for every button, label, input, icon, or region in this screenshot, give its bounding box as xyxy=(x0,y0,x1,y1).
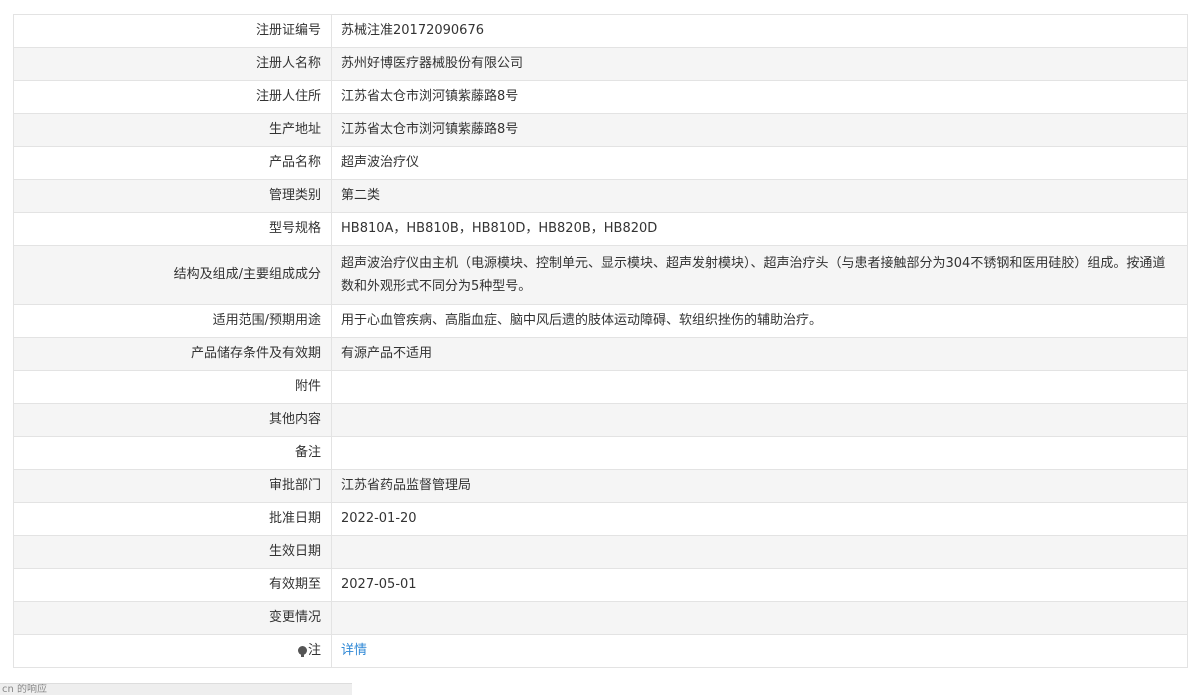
table-row: 产品名称 超声波治疗仪 xyxy=(13,146,1188,180)
row-value xyxy=(331,601,1188,635)
row-label: 注册证编号 xyxy=(13,14,332,48)
row-label: 注册人住所 xyxy=(13,80,332,114)
table-row: 产品储存条件及有效期 有源产品不适用 xyxy=(13,337,1188,371)
row-value xyxy=(331,535,1188,569)
row-value: 江苏省太仓市浏河镇紫藤路8号 xyxy=(331,80,1188,114)
row-label: 备注 xyxy=(13,436,332,470)
note-row: 注 详情 xyxy=(13,634,1188,668)
row-value: 苏州好博医疗器械股份有限公司 xyxy=(331,47,1188,81)
row-label: 其他内容 xyxy=(13,403,332,437)
tip-bulb-icon xyxy=(297,646,307,657)
row-label: 产品名称 xyxy=(13,146,332,180)
table-row: 注册人名称 苏州好博医疗器械股份有限公司 xyxy=(13,47,1188,81)
table-row: 型号规格 HB810A，HB810B，HB810D，HB820B，HB820D xyxy=(13,212,1188,246)
note-label-cell: 注 xyxy=(13,634,332,668)
row-label: 生效日期 xyxy=(13,535,332,569)
table-row: 管理类别 第二类 xyxy=(13,179,1188,213)
row-label: 批准日期 xyxy=(13,502,332,536)
row-value: 2022-01-20 xyxy=(331,502,1188,536)
table-row: 附件 xyxy=(13,370,1188,404)
row-label: 审批部门 xyxy=(13,469,332,503)
row-value xyxy=(331,370,1188,404)
row-value: 超声波治疗仪由主机（电源模块、控制单元、显示模块、超声发射模块）、超声治疗头（与… xyxy=(331,245,1188,305)
note-label: 注 xyxy=(307,643,321,658)
table-row: 结构及组成/主要组成成分 超声波治疗仪由主机（电源模块、控制单元、显示模块、超声发… xyxy=(13,245,1188,305)
row-label: 注册人名称 xyxy=(13,47,332,81)
table-row: 批准日期 2022-01-20 xyxy=(13,502,1188,536)
row-value xyxy=(331,436,1188,470)
row-value: 江苏省太仓市浏河镇紫藤路8号 xyxy=(331,113,1188,147)
table-row: 有效期至 2027-05-01 xyxy=(13,568,1188,602)
note-value-cell: 详情 xyxy=(331,634,1188,668)
table-row: 变更情况 xyxy=(13,601,1188,635)
row-label: 管理类别 xyxy=(13,179,332,213)
table-row: 注册证编号 苏械注准20172090676 xyxy=(13,14,1188,48)
row-value: 2027-05-01 xyxy=(331,568,1188,602)
row-value: 用于心血管疾病、高脂血症、脑中风后遗的肢体运动障碍、软组织挫伤的辅助治疗。 xyxy=(331,304,1188,338)
row-label: 有效期至 xyxy=(13,568,332,602)
table-row: 注册人住所 江苏省太仓市浏河镇紫藤路8号 xyxy=(13,80,1188,114)
detail-table-body: 注册证编号 苏械注准20172090676 注册人名称 苏州好博医疗器械股份有限公司… xyxy=(13,14,1188,668)
row-label: 型号规格 xyxy=(13,212,332,246)
row-label: 附件 xyxy=(13,370,332,404)
row-value xyxy=(331,403,1188,437)
row-value: 江苏省药品监督管理局 xyxy=(331,469,1188,503)
table-row: 审批部门 江苏省药品监督管理局 xyxy=(13,469,1188,503)
row-label: 结构及组成/主要组成成分 xyxy=(13,245,332,305)
row-value: 第二类 xyxy=(331,179,1188,213)
row-label: 适用范围/预期用途 xyxy=(13,304,332,338)
table-row: 生产地址 江苏省太仓市浏河镇紫藤路8号 xyxy=(13,113,1188,147)
row-value: 有源产品不适用 xyxy=(331,337,1188,371)
status-bar: cn 的响应 xyxy=(0,683,352,695)
details-link[interactable]: 详情 xyxy=(341,643,367,658)
row-label: 产品储存条件及有效期 xyxy=(13,337,332,371)
row-label: 生产地址 xyxy=(13,113,332,147)
row-value: HB810A，HB810B，HB810D，HB820B，HB820D xyxy=(331,212,1188,246)
row-value: 超声波治疗仪 xyxy=(331,146,1188,180)
row-value: 苏械注准20172090676 xyxy=(331,14,1188,48)
table-row: 适用范围/预期用途 用于心血管疾病、高脂血症、脑中风后遗的肢体运动障碍、软组织挫伤… xyxy=(13,304,1188,338)
row-label: 变更情况 xyxy=(13,601,332,635)
table-row: 生效日期 xyxy=(13,535,1188,569)
registration-detail-table: 注册证编号 苏械注准20172090676 注册人名称 苏州好博医疗器械股份有限公司… xyxy=(13,14,1188,668)
table-row: 备注 xyxy=(13,436,1188,470)
table-row: 其他内容 xyxy=(13,403,1188,437)
